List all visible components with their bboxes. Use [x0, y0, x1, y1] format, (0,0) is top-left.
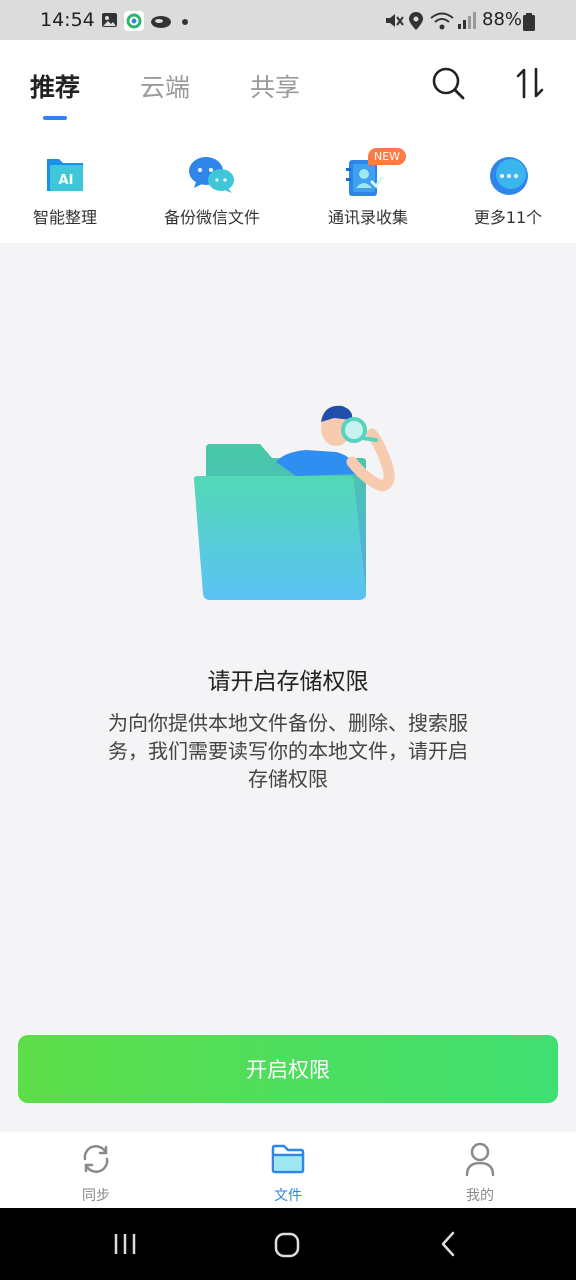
- back-icon[interactable]: [438, 1230, 458, 1258]
- app-notification-icon: [124, 11, 144, 31]
- wechat-icon: [189, 157, 234, 193]
- folder-icon: [271, 1144, 305, 1174]
- status-bar: 14:54 88%: [0, 0, 576, 40]
- tab-shared[interactable]: 共享: [250, 68, 300, 104]
- top-header: 推荐 云端 共享 AI 智能整理 备份微信文件 NEW 通讯录收集 更多11个: [0, 40, 576, 243]
- location-icon: [409, 12, 423, 30]
- gallery-notification-icon: [102, 13, 117, 27]
- enable-permission-button[interactable]: 开启权限: [18, 1035, 558, 1103]
- nav-sync[interactable]: 同步: [36, 1132, 156, 1208]
- battery-percent: 88%: [482, 9, 523, 30]
- home-icon[interactable]: [273, 1231, 301, 1259]
- status-time: 14:54: [40, 9, 95, 31]
- nav-label: 文件: [274, 1188, 302, 1204]
- tab-recommend[interactable]: 推荐: [30, 68, 80, 104]
- search-icon[interactable]: [431, 66, 465, 100]
- bottom-nav: 同步 文件 我的: [0, 1132, 576, 1208]
- system-navigation-bar: [0, 1208, 576, 1280]
- quick-action-label: 更多11个: [473, 208, 543, 227]
- nav-label: 我的: [466, 1188, 494, 1204]
- tab-active-indicator: [43, 116, 67, 120]
- tab-cloud[interactable]: 云端: [140, 68, 190, 104]
- nav-profile[interactable]: 我的: [420, 1132, 540, 1208]
- recent-apps-icon[interactable]: [112, 1232, 140, 1256]
- empty-folder-illustration: [193, 405, 395, 600]
- quick-action-label: 智能整理: [32, 208, 97, 227]
- svg-text:AI: AI: [59, 173, 74, 188]
- sync-icon: [83, 1145, 109, 1173]
- quick-action-label: 通讯录收集: [327, 208, 408, 227]
- ai-folder-icon: AI: [47, 159, 83, 191]
- wifi-icon: [430, 12, 454, 30]
- mute-icon: [386, 14, 404, 27]
- permission-description: 为向你提供本地文件备份、删除、搜索服务，我们需要读写你的本地文件，请开启存储权限: [108, 711, 468, 791]
- quick-action-label: 备份微信文件: [163, 208, 260, 227]
- permission-title: 请开启存储权限: [207, 669, 369, 695]
- battery-icon: [523, 13, 535, 31]
- new-badge: NEW: [368, 148, 407, 165]
- more-notifications-dot-icon: [182, 19, 188, 25]
- sort-icon[interactable]: [516, 67, 546, 99]
- nav-label: 同步: [82, 1188, 110, 1204]
- signal-icon: [458, 12, 476, 29]
- cloud-notification-icon: [151, 16, 171, 28]
- profile-icon: [465, 1142, 495, 1177]
- nav-files[interactable]: 文件: [228, 1132, 348, 1208]
- more-icon: [490, 157, 528, 195]
